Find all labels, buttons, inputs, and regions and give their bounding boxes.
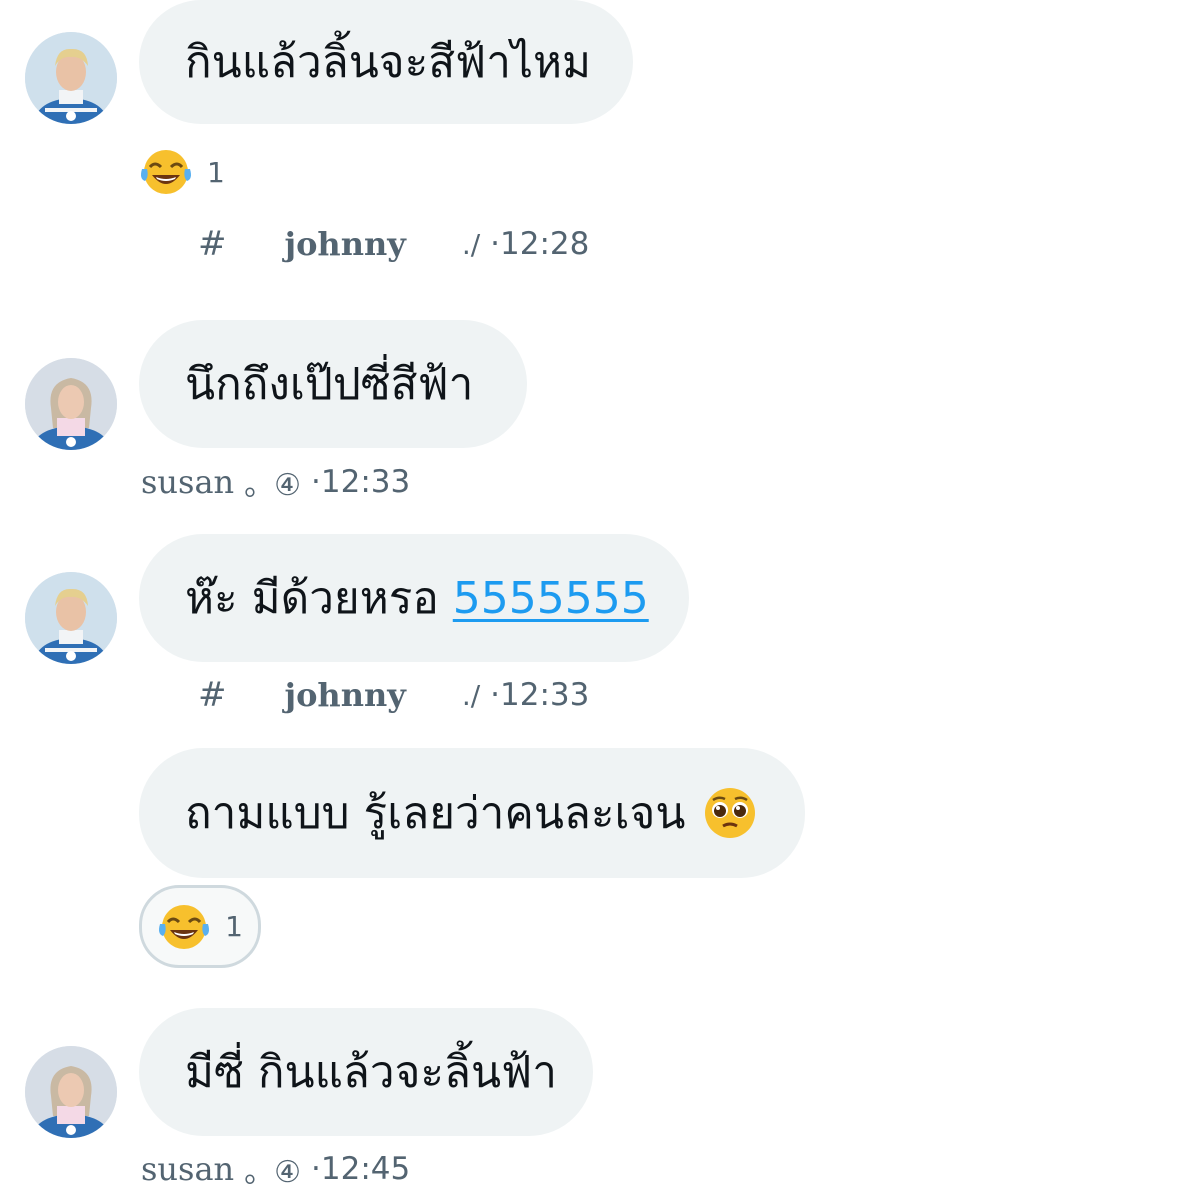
message-bubble[interactable]: กินแล้วลิ้นจะสีฟ้าไหม — [139, 0, 633, 124]
message-time: ·12:33 — [490, 677, 590, 713]
message-meta: susan 。④ ·12:33 — [141, 460, 410, 504]
message-time: ·12:45 — [311, 1151, 411, 1187]
reaction-count: 1 — [207, 155, 225, 189]
message-text: ถามแบบ รู้เลยว่าคนละเจน — [185, 788, 686, 839]
message-bubble[interactable]: ถามแบบ รู้เลยว่าคนละเจน — [139, 748, 805, 878]
reaction-count: 1 — [225, 910, 243, 943]
name-suffix: ./ — [461, 227, 481, 261]
message-bubble[interactable]: นึกถึงเป๊ปซี่สีฟ้า — [139, 320, 527, 448]
sender-name[interactable]: johnny — [285, 676, 406, 714]
message-meta: # johnny ./ ·12:28 — [198, 222, 589, 266]
message-meta: # johnny ./ ·12:33 — [198, 673, 589, 717]
avatar-susan[interactable] — [25, 1046, 117, 1138]
avatar-susan-image — [25, 1046, 117, 1138]
avatar-johnny-image — [25, 32, 117, 124]
sender-name[interactable]: johnny — [285, 225, 406, 263]
message-text: ห๊ะ มีด้วยหรอ — [185, 573, 439, 624]
message-text: มีซี่ กินแล้วจะลิ้นฟ้า — [185, 1047, 557, 1098]
avatar-johnny[interactable] — [25, 572, 117, 664]
avatar-susan[interactable] — [25, 358, 117, 450]
message-time: ·12:28 — [490, 226, 590, 262]
sender-name[interactable]: susan — [141, 1150, 234, 1188]
avatar-johnny[interactable] — [25, 32, 117, 124]
joy-emoji-icon — [141, 150, 191, 194]
pleading-face-emoji-icon — [705, 788, 756, 838]
hash-icon: # — [198, 675, 227, 715]
joy-emoji-icon — [159, 904, 210, 949]
avatar-johnny-image — [25, 572, 117, 664]
hash-icon: # — [198, 224, 227, 264]
message-bubble[interactable]: มีซี่ กินแล้วจะลิ้นฟ้า — [139, 1008, 593, 1136]
message-text: กินแล้วลิ้นจะสีฟ้าไหม — [185, 37, 592, 88]
message-link[interactable]: 5555555 — [453, 573, 649, 624]
reaction-pill[interactable]: 1 — [139, 146, 225, 198]
message-meta: susan 。④ ·12:45 — [141, 1147, 410, 1191]
avatar-susan-image — [25, 358, 117, 450]
message-text: นึกถึงเป๊ปซี่สีฟ้า — [185, 359, 474, 410]
name-suffix: ./ — [461, 678, 481, 712]
message-time: ·12:33 — [311, 464, 411, 500]
name-suffix: 。④ — [244, 1155, 302, 1190]
sender-name[interactable]: susan — [141, 463, 234, 501]
reaction-pill[interactable]: 1 — [139, 885, 261, 968]
name-suffix: 。④ — [244, 468, 302, 503]
message-bubble[interactable]: ห๊ะ มีด้วยหรอ 5555555 — [139, 534, 689, 662]
